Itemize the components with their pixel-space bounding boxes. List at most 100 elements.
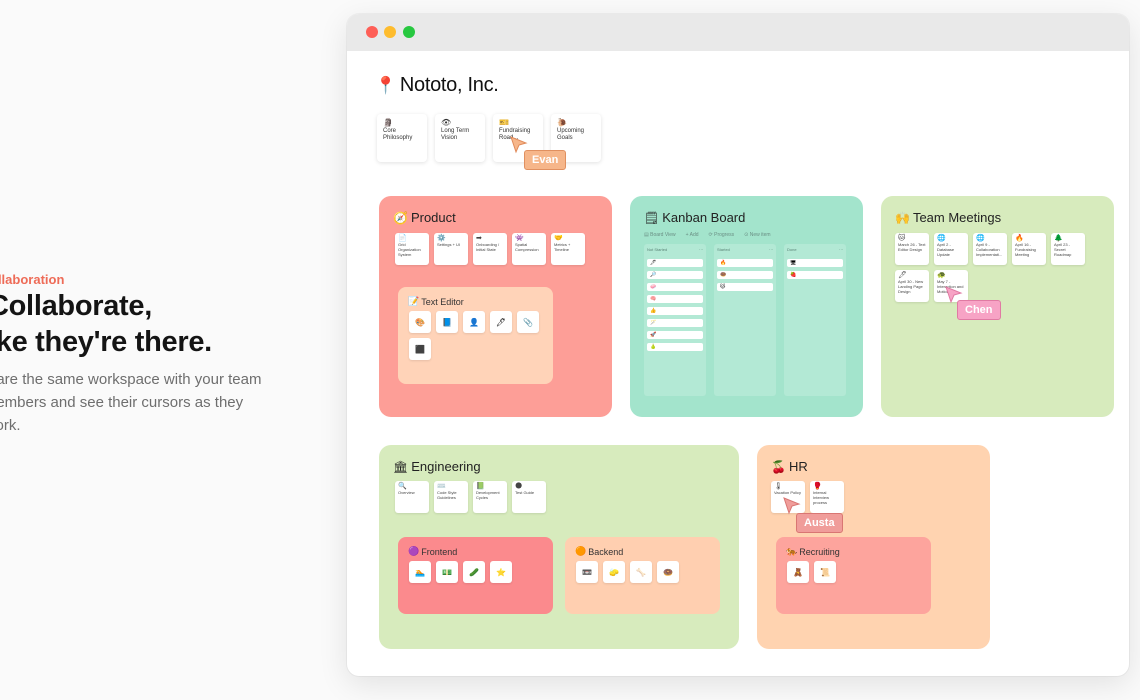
card-label: Settings + UI — [437, 242, 461, 247]
card-star[interactable]: ⭐ — [490, 561, 512, 583]
kanban-column-started: Started ⋯ 🔥 🍩 🐱 — [714, 244, 776, 396]
card-block[interactable]: ⬛ — [409, 338, 431, 360]
card-development-cycles[interactable]: 📗 Development Cycles — [473, 481, 507, 513]
kanban-new-item-button[interactable]: ⊙ New item — [744, 232, 770, 238]
more-icon[interactable]: ⋯ — [839, 247, 843, 252]
kanban-add-button[interactable]: + Add — [686, 232, 699, 238]
sub-board-recruiting[interactable]: 🐅 Recruiting 🧸 📜 — [776, 537, 931, 614]
tiger-icon: 🐅 — [786, 546, 798, 556]
globe-icon: 🌐 — [937, 235, 946, 242]
compass-icon: 🧭 — [393, 210, 408, 225]
bone-icon: 🦴 — [636, 567, 646, 577]
kanban-item[interactable]: 🔥 — [717, 259, 773, 267]
hero-heading: Collaborate, ike they're there. — [0, 288, 212, 360]
card-grid-organization[interactable]: 📄 Grid Organization System — [395, 233, 429, 265]
meeting-cards: 🐱 March 26 - Text Editor Design 🌐 April 2 … — [895, 233, 1090, 302]
raised-hands-icon: 🙌 — [895, 210, 910, 225]
more-icon[interactable]: ⋯ — [699, 247, 703, 252]
board-engineering[interactable]: 🏛 Engineering 🔍 Overview ⌨️ Code Style Guid… — [379, 445, 739, 649]
kanban-item[interactable]: 🍓 — [787, 271, 843, 279]
card-label: Test Guide — [515, 490, 535, 495]
kanban-item[interactable]: 🧼 — [647, 283, 703, 291]
kanban-view-button[interactable]: ▤ Board View — [644, 232, 676, 238]
card-tape[interactable]: 📼 — [576, 561, 598, 583]
globe-icon: 🌐 — [976, 235, 985, 242]
card-settings-ui[interactable]: ⚙️ Settings + UI — [434, 233, 468, 265]
close-window-button[interactable] — [366, 26, 378, 38]
kanban-column-not-started: Not Started ⋯ 🖊 🔎 🧼 🧠 👍 🪄 🚀 🍐 — [644, 244, 706, 396]
ticket-icon: 🎫 — [499, 118, 509, 127]
card-money[interactable]: 💵 — [436, 561, 458, 583]
kanban-item[interactable]: 🪄 — [647, 319, 703, 327]
board-title: 🍒 HR — [771, 459, 808, 474]
card-meeting-apr23[interactable]: 🌲 April 23 - Secret Roadmap — [1051, 233, 1085, 265]
sub-board-text-editor[interactable]: 📝 Text Editor 🎨 📘 👤 🖊 📎 ⬛ — [398, 287, 553, 384]
kanban-item[interactable]: 🍩 — [717, 271, 773, 279]
board-product[interactable]: 🧭 Product 📄 Grid Organization System ⚙️ Set… — [379, 196, 612, 417]
column-header: Started ⋯ — [714, 244, 776, 255]
card-metrics-timeline[interactable]: 🤝 Metrics + Timeline — [551, 233, 585, 265]
more-icon[interactable]: ⋯ — [769, 247, 773, 252]
card-interview-process[interactable]: 🥊 Internal Interview process — [810, 481, 844, 513]
magnifier-icon: 🔍 — [398, 483, 407, 490]
card-label: April 2 - Database Update — [937, 242, 955, 257]
card-overview[interactable]: 🔍 Overview — [395, 481, 429, 513]
teddy-bear-icon: 🧸 — [793, 567, 803, 577]
card-core-philosophy[interactable]: 🗿 Core Philosophy — [377, 114, 427, 162]
board-title: 🙌 Team Meetings — [895, 210, 1001, 225]
card-book[interactable]: 📘 — [436, 311, 458, 333]
kanban-item[interactable]: 👍 — [647, 307, 703, 315]
card-label: Spatial Compression — [515, 242, 539, 252]
card-meeting-mar26[interactable]: 🐱 March 26 - Text Editor Design — [895, 233, 929, 265]
card-code-style[interactable]: ⌨️ Code Style Guidelines — [434, 481, 468, 513]
kanban-progress-button[interactable]: ⟳ Progress — [709, 232, 735, 238]
card-palette[interactable]: 🎨 — [409, 311, 431, 333]
board-title: 🧭 Product — [393, 210, 456, 225]
card-sponge[interactable]: 🧽 — [603, 561, 625, 583]
board-kanban[interactable]: 🗒 Kanban Board ▤ Board View + Add ⟳ Progr… — [630, 196, 863, 417]
kanban-item[interactable]: 🖥 — [787, 259, 843, 267]
card-scroll[interactable]: 📜 — [814, 561, 836, 583]
kanban-item[interactable]: 🍐 — [647, 343, 703, 351]
donut-icon: 🍩 — [663, 567, 673, 577]
card-cucumber[interactable]: 🥒 — [463, 561, 485, 583]
kanban-item[interactable]: 🧠 — [647, 295, 703, 303]
sub-board-frontend[interactable]: 🟣 Frontend 🏊 💵 🥒 ⭐ — [398, 537, 553, 614]
card-test-guide[interactable]: 🌑 Test Guide — [512, 481, 546, 513]
card-donut[interactable]: 🍩 — [657, 561, 679, 583]
card-pen[interactable]: 🖊 — [490, 311, 512, 333]
sub-board-title: 📝 Text Editor — [408, 296, 464, 307]
card-meeting-apr30[interactable]: 🖊 April 30 - New Landing Page Design — [895, 270, 929, 302]
card-teddy[interactable]: 🧸 — [787, 561, 809, 583]
card-meeting-apr9[interactable]: 🌐 April 9 - Collaboration Implementati... — [973, 233, 1007, 265]
card-onboarding[interactable]: ➡ Onboarding / Initial State — [473, 233, 507, 265]
card-spatial-compression[interactable]: 👾 Spatial Compression — [512, 233, 546, 265]
card-bone[interactable]: 🦴 — [630, 561, 652, 583]
card-meeting-apr16[interactable]: 🔥 April 16 - Fundraising Meeting — [1012, 233, 1046, 265]
fire-icon: 🔥 — [1015, 235, 1024, 242]
pen-icon: 🖊 — [495, 317, 507, 327]
kanban-item[interactable]: 🐱 — [717, 283, 773, 291]
card-label: March 26 - Text Editor Design — [898, 242, 926, 252]
zoom-window-button[interactable] — [403, 26, 415, 38]
scroll-icon: 📜 — [820, 567, 830, 577]
card-paperclip[interactable]: 📎 — [517, 311, 539, 333]
moon-icon: 🌑 — [515, 483, 523, 490]
board-title-text: HR — [788, 459, 808, 474]
card-meeting-apr2[interactable]: 🌐 April 2 - Database Update — [934, 233, 968, 265]
board-hr[interactable]: 🍒 HR 🌡 Vacation Policy 🥊 Internal Interview… — [757, 445, 990, 649]
money-icon: 💵 — [442, 567, 452, 577]
sub-board-backend[interactable]: 🟠 Backend 📼 🧽 🦴 🍩 — [565, 537, 720, 614]
handshake-icon: 🤝 — [554, 235, 563, 242]
kanban-item[interactable]: 🚀 — [647, 331, 703, 339]
kanban-item[interactable]: 🖊 — [647, 259, 703, 267]
card-long-term-vision[interactable]: 👁 Long Term Vision — [435, 114, 485, 162]
product-cards: 📄 Grid Organization System ⚙️ Settings + U… — [395, 233, 585, 265]
card-swimmer[interactable]: 🏊 — [409, 561, 431, 583]
card-label: April 9 - Collaboration Implementati... — [976, 242, 1003, 257]
kanban-item[interactable]: 🔎 — [647, 271, 703, 279]
minimize-window-button[interactable] — [384, 26, 396, 38]
card-label: Development Cycles — [476, 490, 500, 500]
recruiting-cards: 🧸 📜 — [787, 561, 836, 583]
card-person[interactable]: 👤 — [463, 311, 485, 333]
